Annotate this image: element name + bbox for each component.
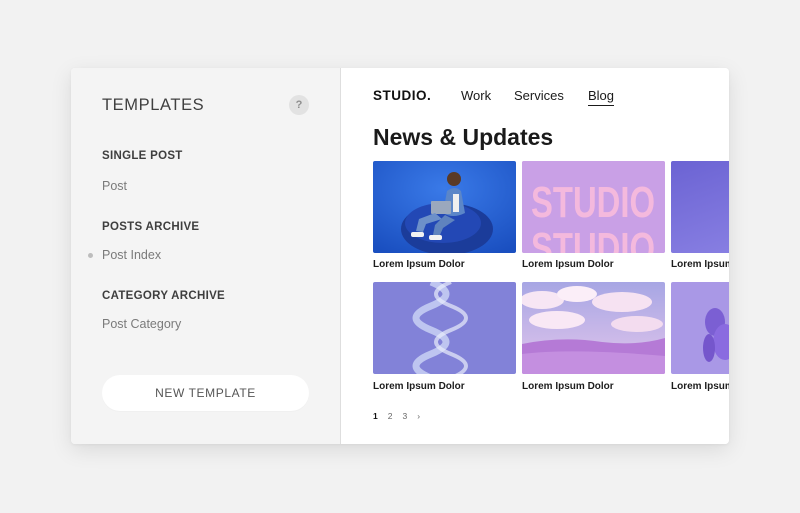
group-title-single-post: SINGLE POST	[102, 150, 183, 162]
sidebar-item-post-category[interactable]: Post Category	[102, 317, 181, 331]
card-caption[interactable]: Lorem Ipsum Dolor	[522, 259, 614, 270]
sidebar-item-post-index[interactable]: Post Index	[88, 248, 162, 262]
active-indicator-dot	[88, 253, 93, 258]
sidebar-item-label: Post Index	[102, 248, 162, 262]
card-caption[interactable]: Lorem Ipsum Dolor	[671, 381, 729, 392]
card-caption[interactable]: Lorem Ipsum Dolor	[373, 381, 465, 392]
nav-link-blog[interactable]: Blog	[588, 88, 615, 106]
help-icon[interactable]: ?	[289, 95, 309, 115]
card-caption[interactable]: Lorem Ipsum Dolor	[373, 259, 465, 270]
poster-text: STUDIO	[531, 178, 655, 227]
nav-link-work[interactable]: Work	[461, 88, 491, 103]
group-title-category-archive: CATEGORY ARCHIVE	[102, 290, 226, 302]
page-link-2[interactable]: 2	[388, 411, 393, 421]
card-caption[interactable]: Lorem Ipsum Dolor	[522, 381, 614, 392]
nav-link-services[interactable]: Services	[514, 88, 564, 103]
purple-gradient-photo[interactable]	[671, 161, 729, 253]
poster-text-repeat: STUDIO	[531, 224, 655, 253]
sidebar-title: TEMPLATES	[102, 96, 205, 114]
app-window: TEMPLATES ? SINGLE POST Post POSTS ARCHI…	[71, 68, 729, 444]
page-heading: News & Updates	[373, 124, 554, 150]
page-link-3[interactable]: 3	[402, 411, 407, 421]
blog-preview: STUDIO. Work Services Blog News & Update…	[340, 68, 729, 444]
card-caption[interactable]: Lorem Ipsum Dolor	[671, 259, 729, 270]
next-page-chevron-icon[interactable]: ›	[417, 411, 420, 421]
glass-helix-photo[interactable]	[373, 282, 516, 374]
group-title-posts-archive: POSTS ARCHIVE	[102, 221, 200, 233]
balloon-dog-photo[interactable]	[671, 282, 729, 374]
pink-clouds-landscape-photo[interactable]	[522, 282, 665, 374]
new-template-button[interactable]: NEW TEMPLATE	[102, 375, 309, 411]
templates-sidebar: TEMPLATES ? SINGLE POST Post POSTS ARCHI…	[71, 68, 340, 444]
person-on-beanbag-photo[interactable]	[373, 161, 516, 253]
pagination: 1 2 3 ›	[373, 411, 430, 421]
sidebar-item-post[interactable]: Post	[102, 179, 127, 193]
site-logo[interactable]: STUDIO.	[373, 88, 431, 103]
studio-typography-poster[interactable]: STUDIO STUDIO	[522, 161, 665, 253]
page-link-1[interactable]: 1	[373, 411, 378, 421]
